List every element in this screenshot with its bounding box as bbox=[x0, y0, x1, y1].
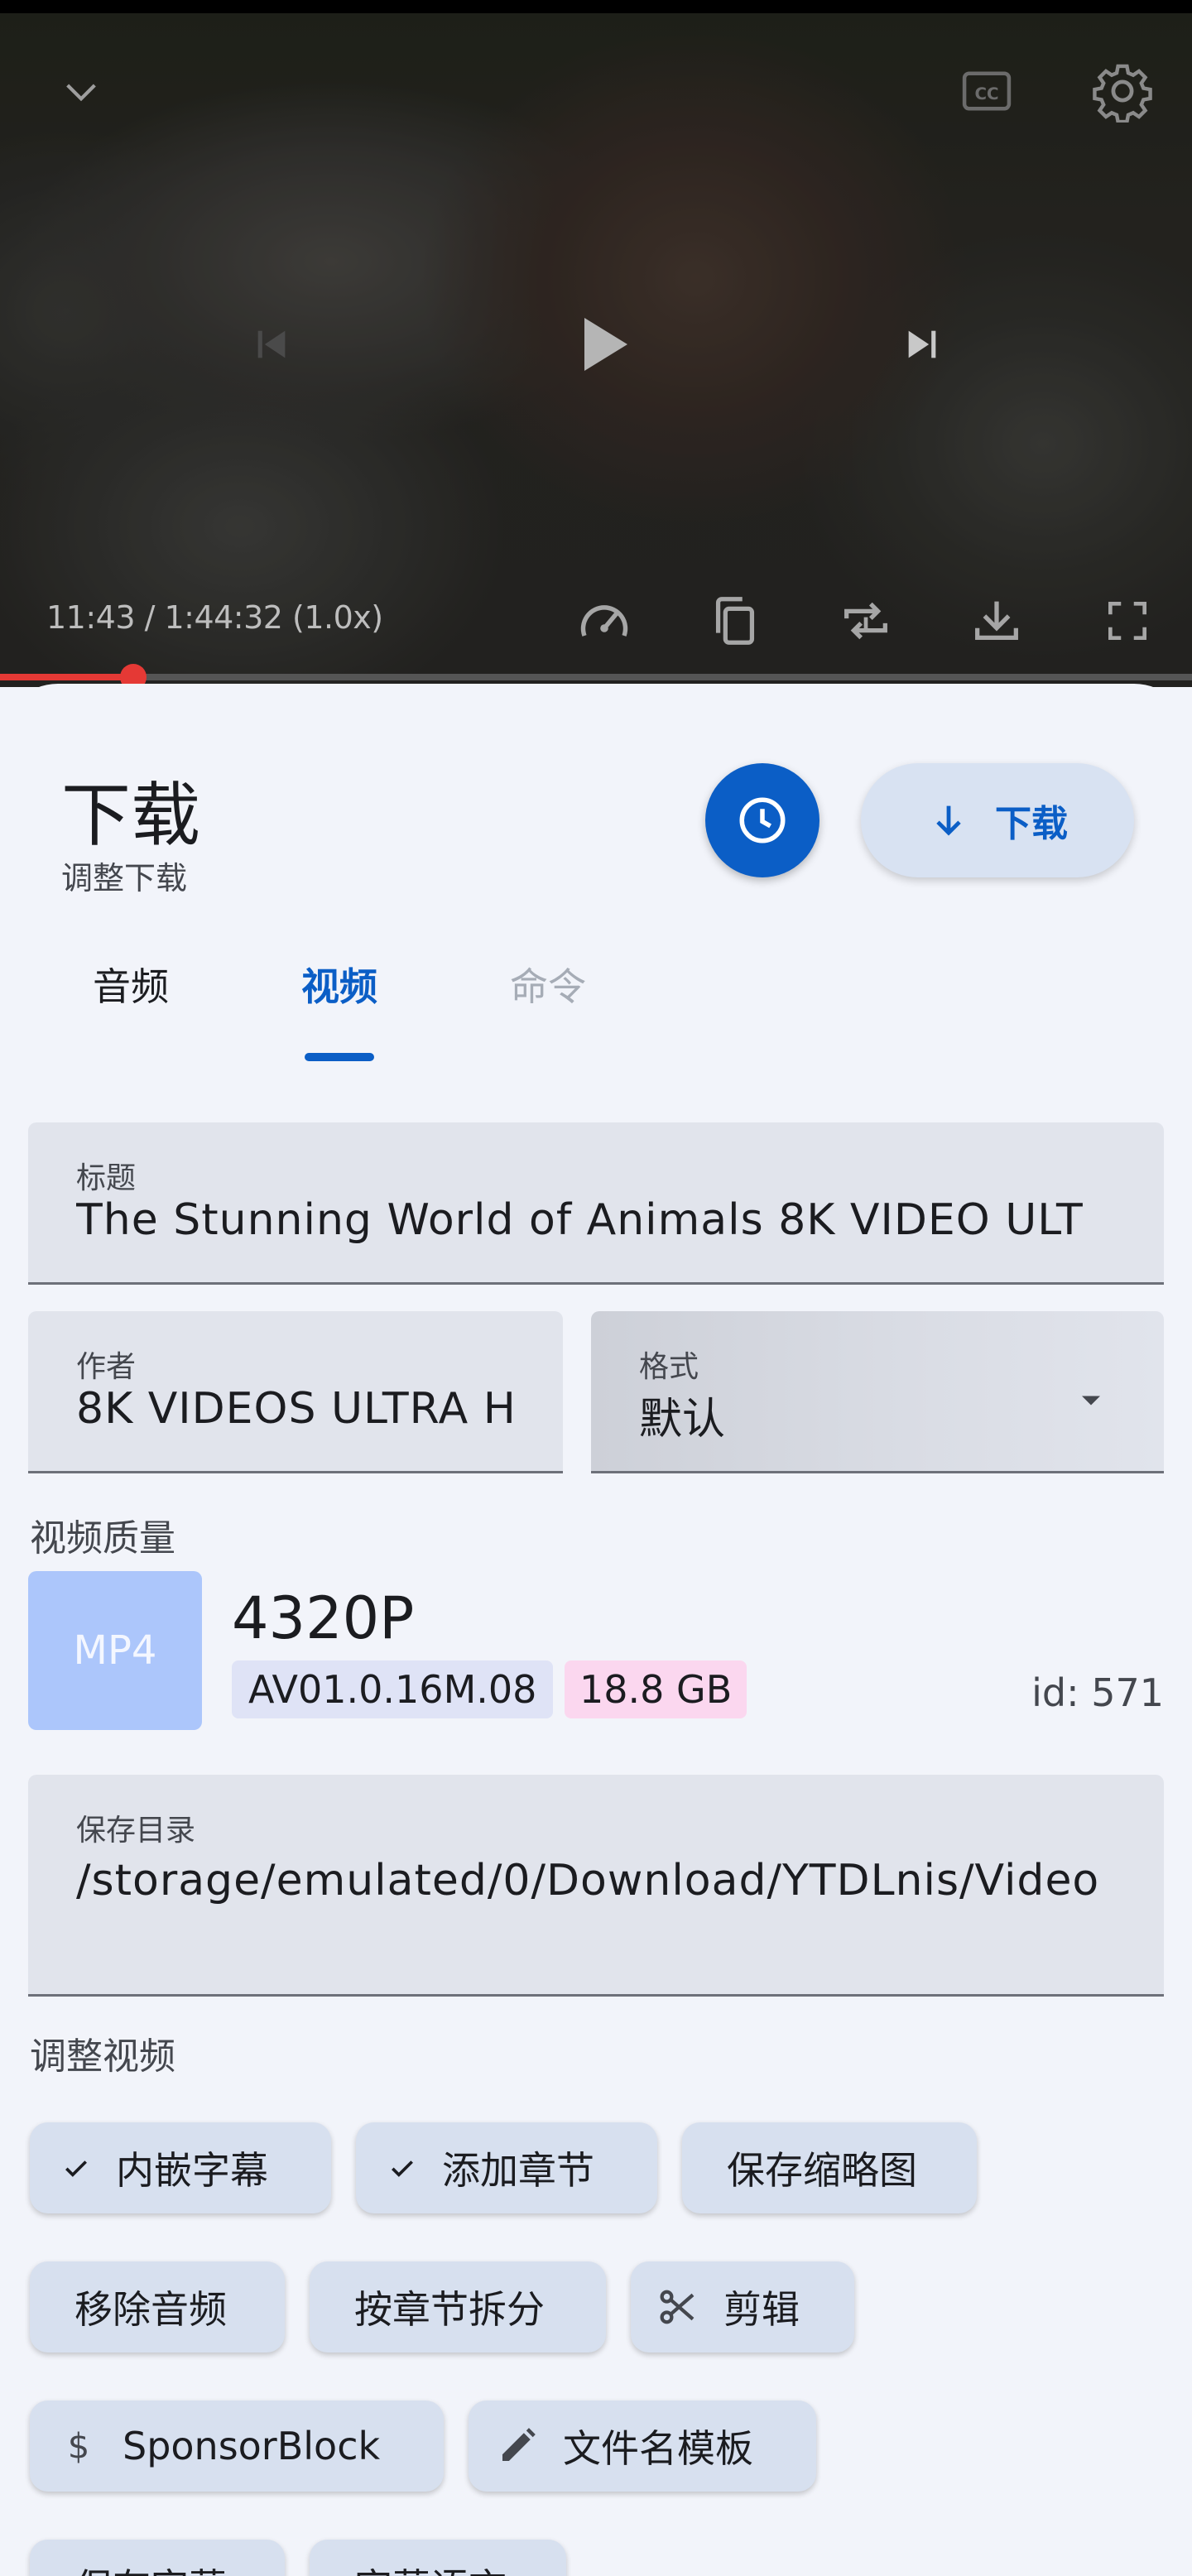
author-field[interactable]: 作者 8K VIDEOS ULTRA HD bbox=[28, 1311, 563, 1473]
chip-add-chapters[interactable]: 添加章节 bbox=[356, 2122, 657, 2213]
check-icon bbox=[60, 2151, 93, 2184]
download-button[interactable]: 下载 bbox=[861, 763, 1134, 877]
gear-icon[interactable] bbox=[1089, 58, 1156, 124]
play-icon[interactable] bbox=[560, 303, 642, 386]
status-bar bbox=[0, 0, 1192, 13]
repeat-icon[interactable] bbox=[834, 589, 897, 652]
chip-save-subtitles[interactable]: 保存字幕 bbox=[30, 2540, 285, 2576]
size-badge: 18.8 GB bbox=[565, 1660, 747, 1718]
codec-badge: AV01.0.16M.08 bbox=[232, 1660, 554, 1718]
chip-sponsorblock[interactable]: $ SponsorBlock bbox=[30, 2401, 444, 2492]
save-directory-label: 保存目录 bbox=[76, 1814, 196, 1848]
fullscreen-icon[interactable] bbox=[1096, 589, 1159, 652]
sheet-title: 下载 bbox=[61, 775, 201, 856]
download-sheet: 下载 调整下载 下载 音频 视频 命令 标题 The Stunning Worl… bbox=[0, 684, 1192, 2576]
download-icon[interactable] bbox=[965, 589, 1028, 652]
skip-previous-icon[interactable] bbox=[245, 318, 298, 371]
svg-text:CC: CC bbox=[974, 84, 998, 103]
closed-captions-icon[interactable]: CC bbox=[957, 61, 1017, 121]
chip-embed-subtitles[interactable]: 内嵌字幕 bbox=[30, 2122, 331, 2213]
format-select-label: 格式 bbox=[639, 1350, 699, 1384]
video-quality-label: 视频质量 bbox=[30, 1517, 175, 1560]
author-field-label: 作者 bbox=[76, 1350, 137, 1384]
playback-time: 11:43 / 1:44:32 (1.0x) bbox=[46, 599, 383, 636]
tab-indicator bbox=[305, 1053, 374, 1061]
save-directory-field[interactable]: 保存目录 /storage/emulated/0/Download/YTDLni… bbox=[28, 1775, 1164, 1997]
tab-video[interactable]: 视频 bbox=[301, 957, 377, 1061]
title-field[interactable]: 标题 The Stunning World of Animals 8K VIDE… bbox=[28, 1122, 1164, 1285]
adjust-video-label: 调整视频 bbox=[30, 2035, 175, 2078]
dropdown-arrow-icon bbox=[1082, 1396, 1100, 1406]
author-field-value: 8K VIDEOS ULTRA HD bbox=[76, 1384, 515, 1434]
dollar-icon: $ bbox=[58, 2425, 99, 2467]
progress-track[interactable] bbox=[0, 674, 1192, 680]
tab-command[interactable]: 命令 bbox=[510, 957, 586, 1012]
copy-icon[interactable] bbox=[704, 589, 767, 652]
svg-text:$: $ bbox=[68, 2426, 90, 2467]
chip-split-by-chapters[interactable]: 按章节拆分 bbox=[310, 2261, 606, 2353]
title-field-value: The Stunning World of Animals 8K VIDEO U… bbox=[76, 1195, 1084, 1245]
chip-remove-audio[interactable]: 移除音频 bbox=[30, 2261, 285, 2353]
sheet-subtitle: 调整下载 bbox=[61, 860, 188, 896]
speed-icon[interactable] bbox=[573, 589, 636, 652]
chevron-down-icon[interactable] bbox=[55, 65, 108, 118]
chip-save-thumbnail[interactable]: 保存缩略图 bbox=[682, 2122, 977, 2213]
scissors-icon bbox=[656, 2285, 700, 2329]
video-player[interactable]: CC 11:43 / 1:44:32 (1.0x) bbox=[0, 0, 1192, 687]
progress-fill bbox=[0, 674, 134, 680]
tab-audio[interactable]: 音频 bbox=[93, 957, 169, 1012]
save-directory-value: /storage/emulated/0/Download/YTDLnis/Vid… bbox=[76, 1856, 1100, 1906]
chip-filename-template[interactable]: 文件名模板 bbox=[469, 2401, 816, 2492]
format-id: id: 571 bbox=[1031, 1670, 1164, 1715]
format-select[interactable]: 格式 默认 bbox=[591, 1311, 1164, 1473]
arrow-down-icon bbox=[936, 805, 961, 836]
pencil-icon bbox=[495, 2424, 540, 2468]
format-thumbnail[interactable]: MP4 bbox=[28, 1571, 202, 1730]
skip-next-icon[interactable] bbox=[896, 318, 949, 371]
chip-cut[interactable]: 剪辑 bbox=[631, 2261, 854, 2353]
title-field-label: 标题 bbox=[76, 1161, 137, 1195]
clock-icon bbox=[739, 797, 786, 843]
tab-bar: 音频 视频 命令 bbox=[0, 957, 1192, 1061]
quality-resolution: 4320P bbox=[232, 1584, 415, 1652]
download-button-label: 下载 bbox=[995, 803, 1068, 845]
schedule-button[interactable] bbox=[705, 763, 820, 877]
check-icon bbox=[386, 2151, 419, 2184]
chip-subtitle-language[interactable]: 字幕语言 bbox=[310, 2540, 566, 2576]
format-select-value: 默认 bbox=[639, 1395, 726, 1444]
